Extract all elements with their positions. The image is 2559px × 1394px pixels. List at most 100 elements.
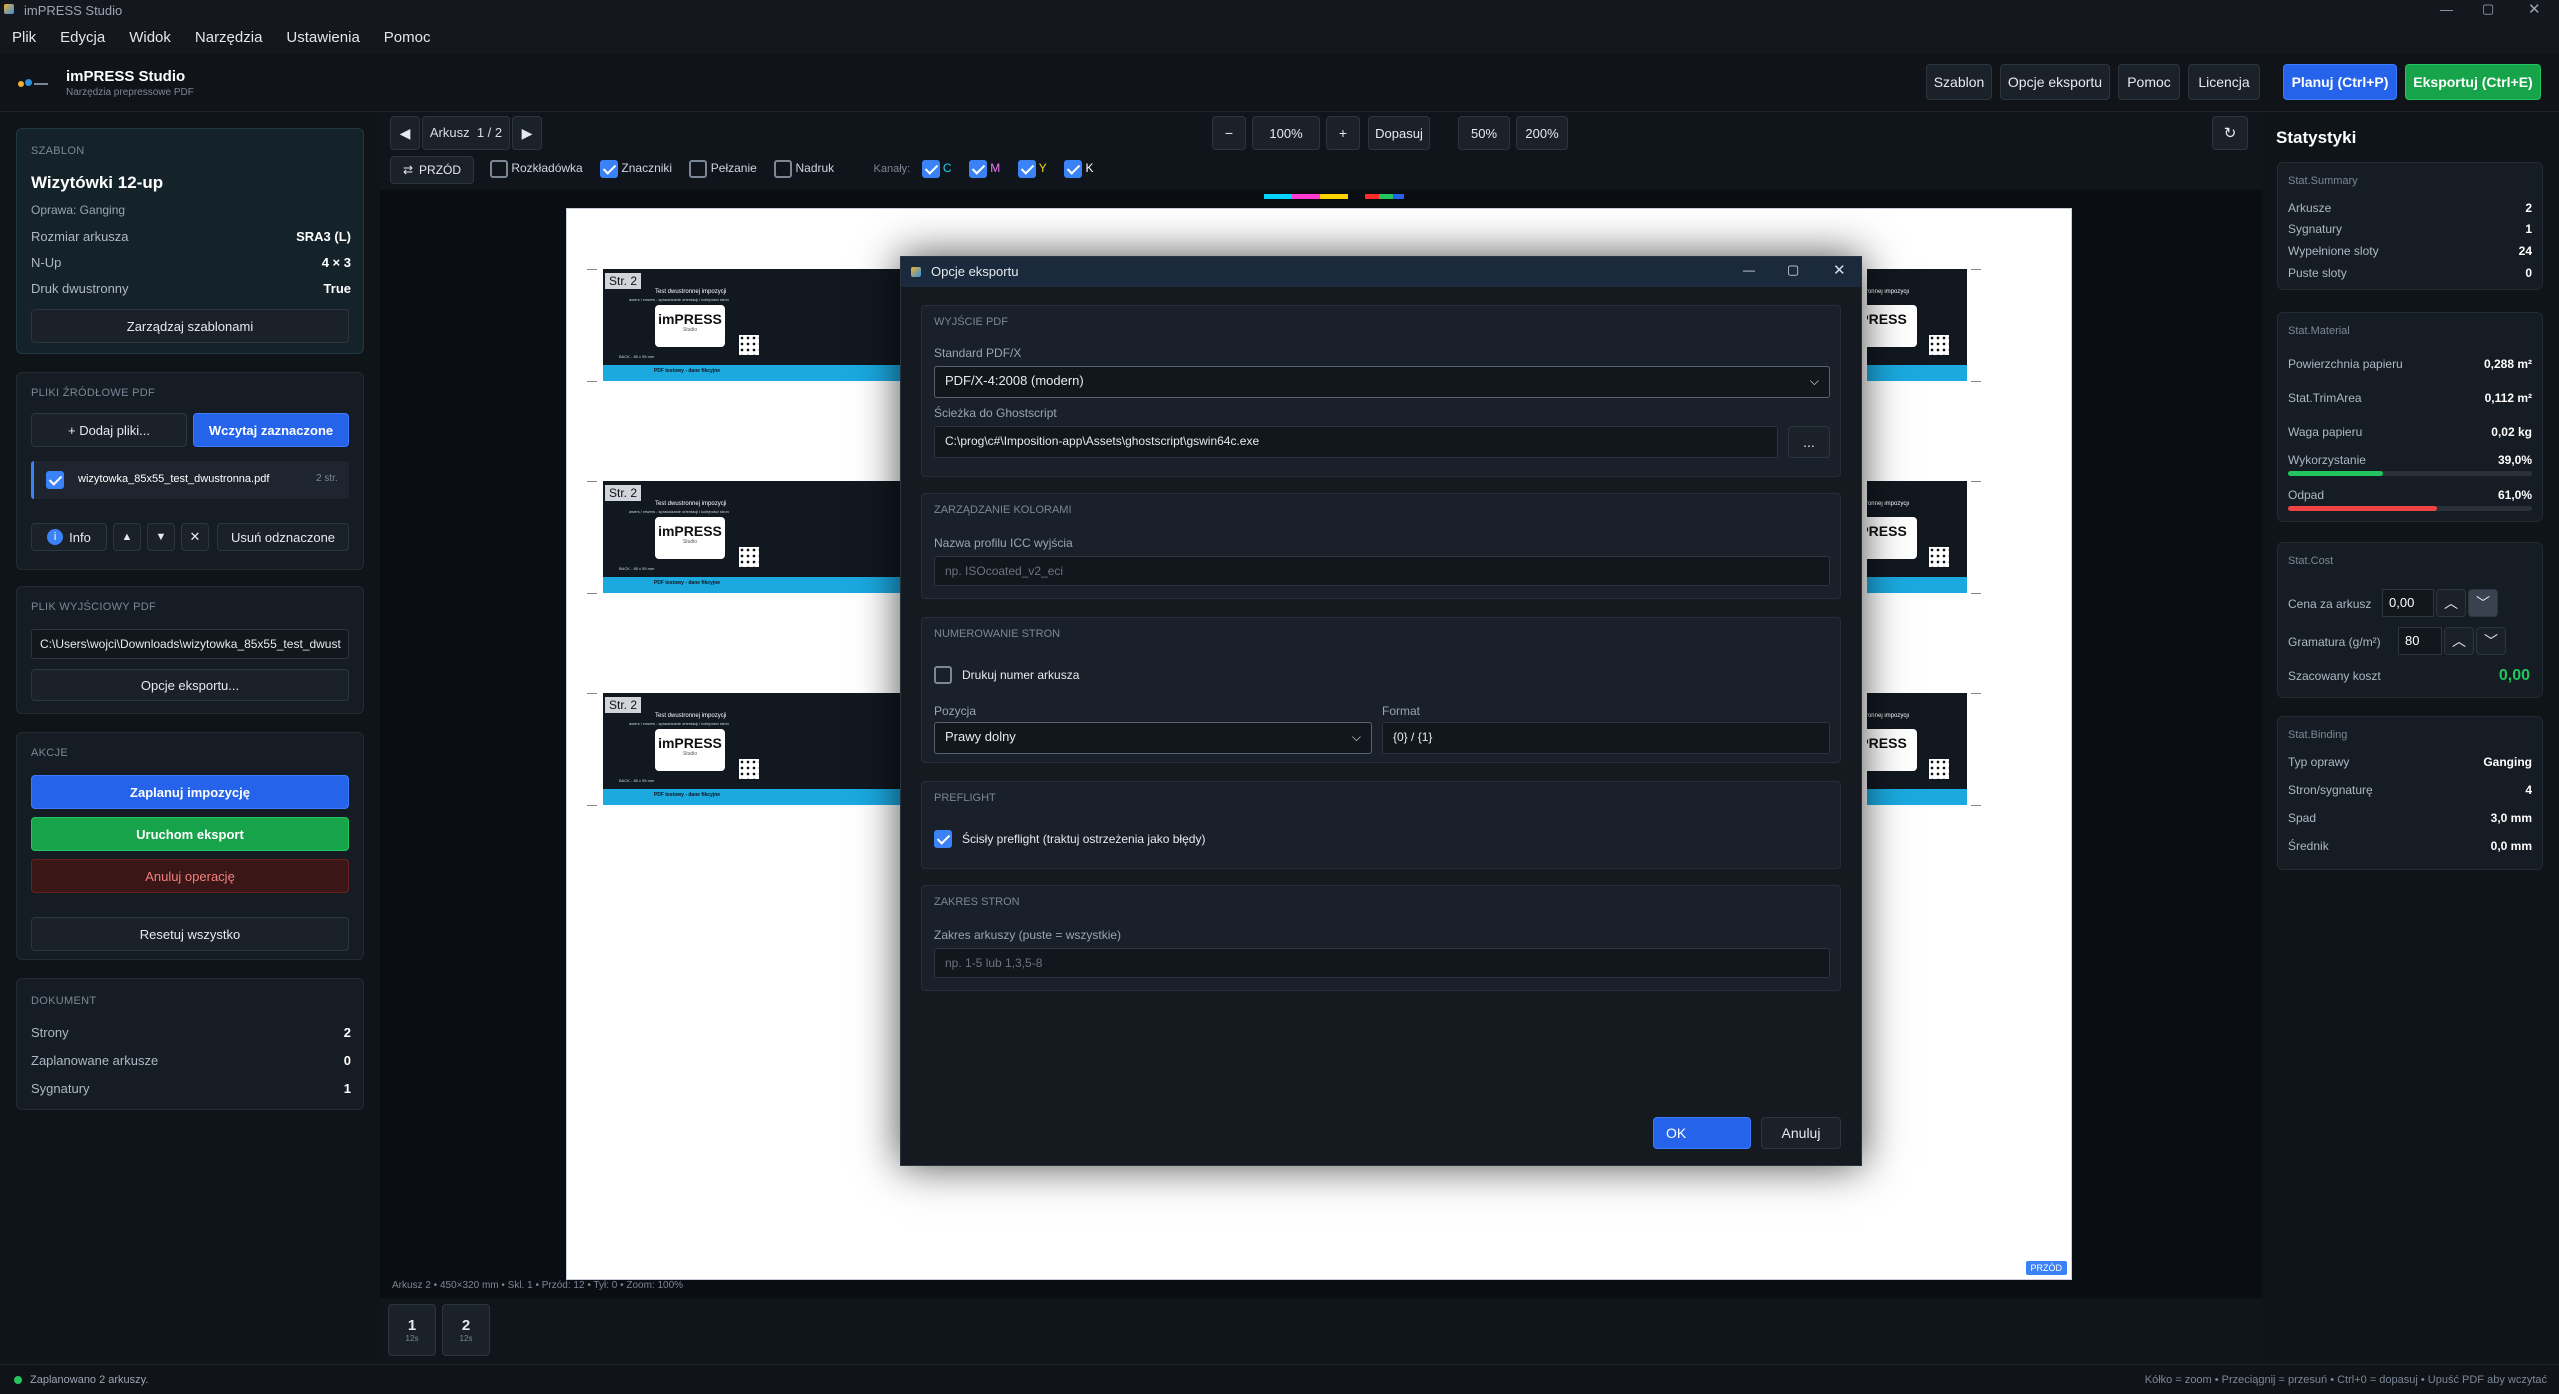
remove-unchecked-button[interactable]: Usuń odznaczone bbox=[217, 523, 349, 551]
position-select[interactable]: Prawy dolny ⌵ bbox=[934, 722, 1372, 754]
zoom-50-button[interactable]: 50% bbox=[1458, 116, 1510, 150]
export-button[interactable]: Eksportuj (Ctrl+E) bbox=[2405, 64, 2541, 100]
ghostscript-path-label: Ścieżka do Ghostscript bbox=[934, 406, 1057, 420]
export-options-button[interactable]: Opcje eksportu bbox=[2000, 64, 2110, 100]
page-range-section: ZAKRES STRON Zakres arkuszy (puste = wsz… bbox=[921, 885, 1841, 991]
pdfx-standard-select[interactable]: PDF/X-4:2008 (modern) ⌵ bbox=[934, 366, 1830, 398]
source-file-pages: 2 str. bbox=[316, 473, 338, 484]
ghostscript-path-input[interactable]: C:\prog\c#\Imposition-app\Assets\ghostsc… bbox=[934, 426, 1778, 458]
document-section-title: DOKUMENT bbox=[31, 995, 97, 1007]
thumb-sheet-1[interactable]: 1 12s bbox=[388, 1304, 436, 1356]
fit-button[interactable]: Dopasuj bbox=[1368, 116, 1430, 150]
source-file-item[interactable]: wizytowka_85x55_test_dwustronna.pdf 2 st… bbox=[31, 461, 349, 499]
page-label: Str. 2 bbox=[605, 697, 642, 713]
stat-summary-panel: Stat.Summary Arkusze 2 Sygnatury 1 Wypełni… bbox=[2277, 162, 2543, 290]
browse-ghostscript-button[interactable]: ... bbox=[1788, 426, 1830, 458]
run-export-button[interactable]: Uruchom eksport bbox=[31, 817, 349, 851]
close-icon[interactable]: ✕ bbox=[2528, 0, 2541, 18]
dialog-ok-button[interactable]: OK bbox=[1653, 1117, 1751, 1149]
crop-mark bbox=[587, 481, 597, 482]
plan-button[interactable]: Planuj (Ctrl+P) bbox=[2283, 64, 2397, 100]
print-sheet-number-checkbox[interactable] bbox=[934, 666, 952, 684]
refresh-button[interactable]: ↻ bbox=[2212, 116, 2248, 150]
stat-material-panel: Stat.Material Powierzchnia papieru 0,288 … bbox=[2277, 312, 2543, 522]
thumb-sheet-2[interactable]: 2 12s bbox=[442, 1304, 490, 1356]
dialog-maximize-icon[interactable]: ▢ bbox=[1787, 262, 1799, 278]
close-icon: ✕ bbox=[189, 529, 201, 544]
help-button[interactable]: Pomoc bbox=[2118, 64, 2180, 100]
menu-narzedzia[interactable]: Narzędzia bbox=[183, 22, 275, 54]
info-icon: i bbox=[47, 529, 64, 545]
prev-sheet-button[interactable]: ◀ bbox=[390, 116, 420, 150]
grammage-up-button[interactable]: ︿ bbox=[2444, 627, 2474, 655]
info-button[interactable]: i Info bbox=[31, 523, 107, 551]
load-selected-button[interactable]: Wczytaj zaznaczone bbox=[193, 413, 349, 447]
overprint-checkbox[interactable] bbox=[774, 160, 793, 178]
channel-m-checkbox[interactable] bbox=[968, 160, 987, 178]
grammage-down-button[interactable]: ﹀ bbox=[2476, 627, 2506, 655]
szablon-button[interactable]: Szablon bbox=[1926, 64, 1992, 100]
business-card: Test dwustronnej impozycji imPRESS bbox=[1849, 693, 1967, 805]
app-icon bbox=[4, 4, 14, 14]
icc-profile-input[interactable]: np. ISOcoated_v2_eci bbox=[934, 556, 1830, 586]
document-row-planned: Zaplanowane arkusze 0 bbox=[31, 1053, 351, 1068]
menu-edycja[interactable]: Edycja bbox=[48, 22, 117, 54]
marks-checkbox[interactable] bbox=[600, 160, 619, 178]
price-down-button[interactable]: ﹀ bbox=[2468, 589, 2498, 617]
zoom-in-button[interactable]: + bbox=[1326, 116, 1360, 150]
spread-checkbox[interactable] bbox=[490, 160, 508, 178]
dialog-cancel-button[interactable]: Anuluj bbox=[1761, 1117, 1841, 1149]
card-back-label: BACK - 85 x 55 mm bbox=[619, 354, 655, 359]
dialog-minimize-icon[interactable]: — bbox=[1743, 263, 1755, 277]
manage-templates-button[interactable]: Zarządzaj szablonami bbox=[31, 309, 349, 343]
card-title: Test dwustronnej impozycji bbox=[655, 713, 727, 719]
document-panel: DOKUMENT Strony 2 Zaplanowane arkusze 0 Sy… bbox=[16, 978, 364, 1110]
menu-ustawienia[interactable]: Ustawienia bbox=[274, 22, 371, 54]
zoom-200-button[interactable]: 200% bbox=[1516, 116, 1568, 150]
price-up-button[interactable]: ︿ bbox=[2436, 589, 2466, 617]
move-down-button[interactable]: ▼ bbox=[147, 523, 175, 551]
format-input[interactable]: {0} / {1} bbox=[1382, 722, 1830, 754]
export-options-dialog: Opcje eksportu — ▢ ✕ WYJŚCIE PDF Standar… bbox=[900, 256, 1862, 1166]
move-up-button[interactable]: ▲ bbox=[113, 523, 141, 551]
zoom-value[interactable]: 100% bbox=[1252, 116, 1320, 150]
toolbar-checkboxes: Rozkładówka Znaczniki Pełzanie Nadruk Ka… bbox=[490, 160, 1093, 182]
price-input[interactable]: 0,00 bbox=[2382, 589, 2434, 617]
add-files-button[interactable]: + Dodaj pliki... bbox=[31, 413, 187, 447]
card-logo: imPRESS Studio bbox=[655, 517, 725, 559]
reset-all-button[interactable]: Resetuj wszystko bbox=[31, 917, 349, 951]
channel-y-checkbox[interactable] bbox=[1017, 160, 1036, 178]
dialog-content: WYJŚCIE PDF Standard PDF/X PDF/X-4:2008 … bbox=[901, 287, 1861, 1167]
source-file-checkbox[interactable] bbox=[46, 471, 64, 489]
plan-imposition-button[interactable]: Zaplanuj impozycję bbox=[31, 775, 349, 809]
next-sheet-button[interactable]: ▶ bbox=[512, 116, 542, 150]
menu-plik[interactable]: Plik bbox=[0, 22, 48, 54]
menu-pomoc[interactable]: Pomoc bbox=[372, 22, 443, 54]
app-header: imPRESS Studio Narzędzia prepressowe PDF… bbox=[0, 54, 2559, 112]
creep-checkbox[interactable] bbox=[689, 160, 708, 178]
grammage-input[interactable]: 80 bbox=[2398, 627, 2442, 655]
export-options-sidebar-button[interactable]: Opcje eksportu... bbox=[31, 669, 349, 701]
dialog-titlebar: Opcje eksportu — ▢ ✕ bbox=[901, 257, 1861, 287]
card-footer bbox=[1867, 789, 1967, 805]
channel-c-checkbox[interactable] bbox=[921, 160, 940, 178]
sheet-range-input[interactable]: np. 1-5 lub 1,3,5-8 bbox=[934, 948, 1830, 978]
position-label: Pozycja bbox=[934, 704, 977, 718]
front-toggle-button[interactable]: ⇄ PRZÓD bbox=[390, 156, 474, 184]
channel-k-checkbox[interactable] bbox=[1064, 160, 1083, 178]
license-button[interactable]: Licencja bbox=[2188, 64, 2260, 100]
arrow-down-icon: ▼ bbox=[155, 531, 167, 543]
maximize-icon[interactable]: ▢ bbox=[2482, 1, 2494, 17]
zoom-out-button[interactable]: − bbox=[1212, 116, 1246, 150]
cancel-operation-button[interactable]: Anuluj operację bbox=[31, 859, 349, 893]
remove-file-button[interactable]: ✕ bbox=[181, 523, 209, 551]
output-path-input[interactable]: C:\Users\wojci\Downloads\wizytowka_85x55… bbox=[31, 629, 349, 659]
dialog-close-icon[interactable]: ✕ bbox=[1833, 261, 1846, 279]
card-back-label: BACK - 85 x 55 mm bbox=[619, 566, 655, 571]
minimize-icon[interactable]: — bbox=[2440, 2, 2453, 17]
menu-widok[interactable]: Widok bbox=[117, 22, 183, 54]
strict-preflight-checkbox[interactable] bbox=[934, 830, 952, 848]
template-row-nup: N-Up 4 × 3 bbox=[31, 255, 351, 270]
sheet-current: 1 bbox=[476, 125, 485, 140]
color-management-section: ZARZĄDZANIE KOLORAMI Nazwa profilu ICC w… bbox=[921, 493, 1841, 599]
